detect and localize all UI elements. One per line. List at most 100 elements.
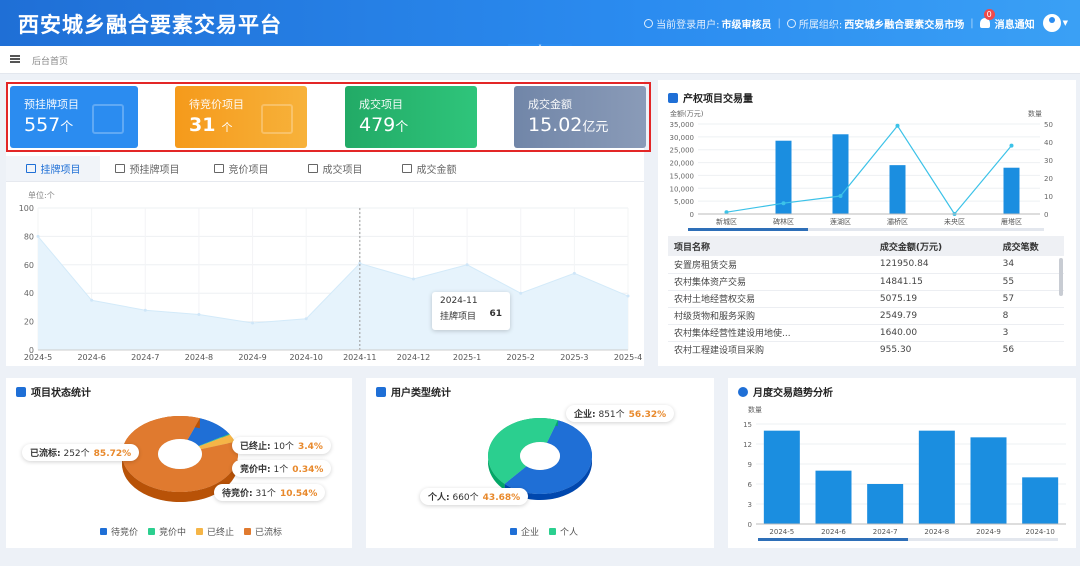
table-cell: 农村土地经营权交易 <box>668 290 874 308</box>
x-tick-label: 2025-1 <box>453 353 481 362</box>
notification-badge: 0 <box>983 9 995 20</box>
table-cell: 农村集体经营性建设用地使... <box>668 324 874 342</box>
bell-icon[interactable]: 0 <box>979 9 995 28</box>
x-tick-label: 2024-6 <box>821 528 846 536</box>
table-row[interactable]: 农村土地经营权交易 5075.19 57 <box>668 290 1064 308</box>
y-tick-label: 40 <box>24 289 34 298</box>
tooltip-title: 2024-11 <box>440 296 478 306</box>
data-point <box>251 321 255 325</box>
table-cell: 121950.84 <box>873 256 997 274</box>
table-cell: 14841.15 <box>873 273 997 291</box>
notification-link[interactable]: 消息通知 <box>995 16 1035 31</box>
tooltip-value: 61 <box>489 309 502 319</box>
current-user-label: 当前登录用户: <box>656 19 720 31</box>
legend-item[interactable]: 已终止 <box>196 525 234 538</box>
status-legend: 待竞价 竞价中 已终止 已流标 <box>100 525 282 538</box>
legend-swatch <box>244 528 252 535</box>
table-cell: 56 <box>996 341 1064 356</box>
property-title: 产权项目交易量 <box>668 90 753 105</box>
left-tick-label: 25,000 <box>670 147 695 155</box>
breadcrumb[interactable]: 后台首页 <box>32 54 68 67</box>
tab-deals[interactable]: 成交项目 <box>288 156 382 181</box>
legend-item[interactable]: 已流标 <box>244 525 282 538</box>
left-tick-label: 15,000 <box>670 172 695 180</box>
table-row[interactable]: 农村集体资产交易 14841.15 55 <box>668 273 1064 291</box>
current-user-value: 市级审核员 <box>721 19 772 31</box>
y-tick-label: 80 <box>24 232 34 241</box>
right-tick-label: 20 <box>1044 175 1053 183</box>
tab-prelisting[interactable]: 预挂牌项目 <box>100 156 194 181</box>
status-title: 项目状态统计 <box>16 384 91 399</box>
x-tick-label: 2024-7 <box>131 353 159 362</box>
x-tick-label: 新城区 <box>716 217 737 226</box>
x-tick-label: 2024-6 <box>77 353 105 362</box>
right-tick-label: 0 <box>1044 211 1048 219</box>
tab-bidding[interactable]: 竞价项目 <box>194 156 288 181</box>
count-point <box>838 194 843 198</box>
tab-listing[interactable]: 挂牌项目 <box>6 156 100 181</box>
org-label: 所属组织: <box>798 19 843 31</box>
left-tick-label: 20,000 <box>670 160 695 168</box>
legend-item[interactable]: 企业 <box>510 525 539 538</box>
bar <box>1022 477 1059 524</box>
x-tick-label: 2024-8 <box>185 353 213 362</box>
bar <box>918 430 955 524</box>
user-type-title: 用户类型统计 <box>376 384 451 399</box>
legend-swatch <box>100 528 107 535</box>
legend-swatch <box>196 528 204 535</box>
table-row[interactable]: 村级货物和服务采购 2549.79 8 <box>668 307 1064 325</box>
legend-item[interactable]: 个人 <box>549 525 578 538</box>
highlight-box <box>6 82 651 152</box>
x-tick-label: 2025-4 <box>614 353 642 362</box>
col-header: 项目名称 <box>668 236 874 256</box>
x-tick-label: 碑林区 <box>773 217 794 226</box>
table-cell: 5075.19 <box>873 290 997 308</box>
legend-label: 待竞价 <box>111 528 139 538</box>
legend-swatch <box>510 528 517 535</box>
table-cell: 1640.00 <box>873 324 997 342</box>
x-tick-label: 2024-10 <box>289 353 322 362</box>
table-row[interactable]: 农村工程建设项目采购 955.30 56 <box>668 341 1064 356</box>
listing-area-chart: 单位:个0204060801002024-5 2024-6 2024-7 2024-8… <box>19 190 642 362</box>
menu-icon[interactable] <box>10 55 20 63</box>
count-point <box>781 201 786 206</box>
y-tick-label: 12 <box>743 441 752 449</box>
x-tick-label: 未央区 <box>944 217 965 226</box>
data-point <box>411 277 415 281</box>
data-point <box>197 313 201 316</box>
x-tick-label: 2024-5 <box>24 353 52 362</box>
left-axis-unit: 金额(万元) <box>670 109 704 118</box>
listing-icon <box>25 164 36 173</box>
bar <box>815 470 852 524</box>
left-tick-label: 35,000 <box>670 121 695 129</box>
x-tick-label: 2024-9 <box>976 528 1001 536</box>
zoom-handle <box>758 538 908 541</box>
header-info: 当前登录用户: 市级审核员 | 所属组织: 西安城乡融合要素交易市场 | 0 消… <box>644 0 1068 46</box>
table-row[interactable]: 农村集体经营性建设用地使... 1640.00 3 <box>668 324 1064 342</box>
user-type-legend: 企业 个人 <box>510 525 578 538</box>
x-tick-label: 雁塔区 <box>1001 217 1022 226</box>
legend-item[interactable]: 竞价中 <box>148 525 186 538</box>
y-tick-label: 9 <box>748 461 752 469</box>
y-tick-label: 3 <box>748 501 752 509</box>
chevron-down-icon[interactable]: ▼ <box>1063 19 1068 27</box>
tab-amount[interactable]: 成交金额 <box>382 156 476 181</box>
data-point <box>36 234 40 238</box>
legend-label: 个人 <box>560 528 579 538</box>
pie-hole <box>520 442 560 470</box>
right-axis-unit: 数量 <box>1028 109 1042 118</box>
coin-icon <box>738 386 748 397</box>
deal-icon <box>307 164 318 173</box>
bid-icon <box>213 164 224 173</box>
tooltip-series: 挂牌项目 <box>440 312 477 322</box>
legend-item[interactable]: 待竞价 <box>100 525 138 538</box>
table-scrollbar[interactable] <box>1059 258 1063 296</box>
data-point <box>143 308 147 312</box>
table-row[interactable]: 安置房租赁交易 121950.84 34 <box>668 256 1064 274</box>
avatar[interactable] <box>1042 14 1061 32</box>
callout-failed: 已流标: 252个 85.72% <box>22 444 140 461</box>
table-cell: 安置房租赁交易 <box>668 256 874 274</box>
user-icon <box>644 18 654 28</box>
left-tick-label: 30,000 <box>670 134 695 142</box>
callout-pending: 待竞价: 31个 10.54% <box>214 484 326 501</box>
